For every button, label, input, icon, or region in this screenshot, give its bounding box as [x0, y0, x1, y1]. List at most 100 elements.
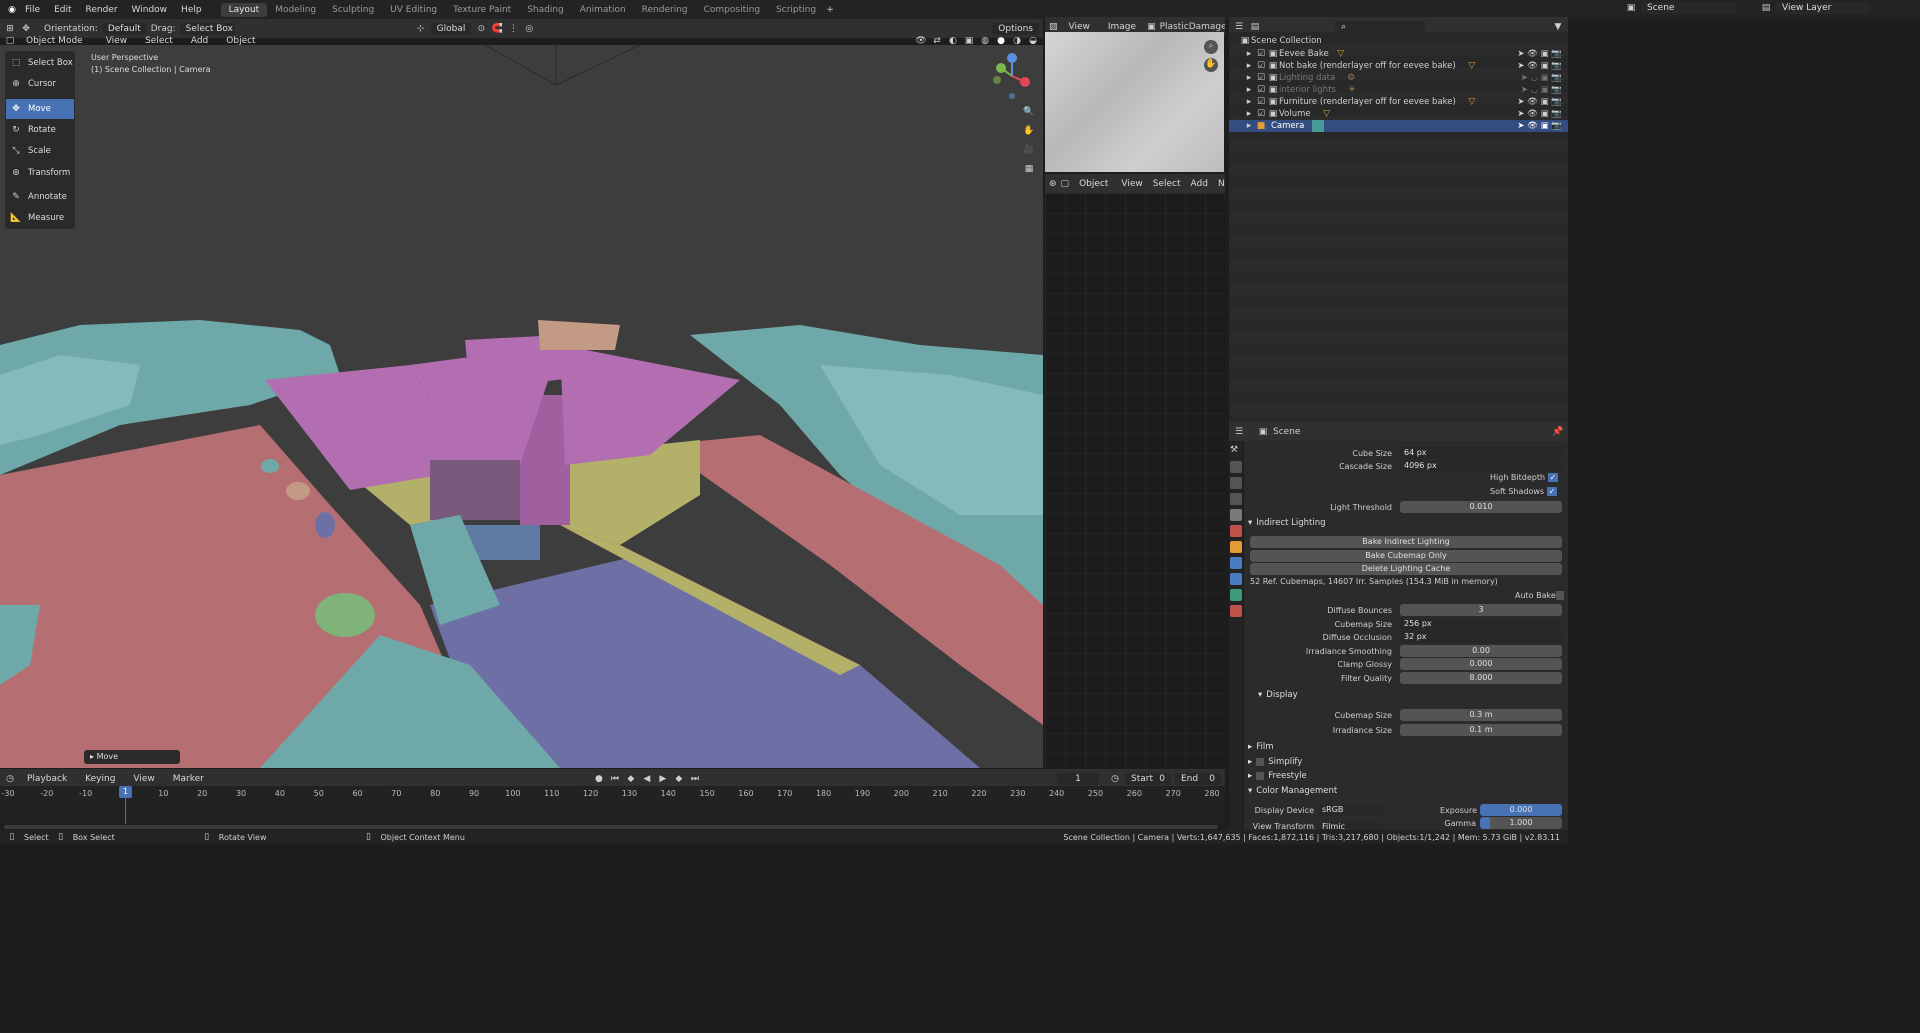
- simplify-checkbox[interactable]: [1256, 758, 1265, 766]
- world-tab-icon[interactable]: [1230, 525, 1242, 537]
- view-layer-selector[interactable]: View Layer: [1776, 2, 1871, 14]
- blender-logo-icon[interactable]: ◉: [6, 4, 18, 16]
- timeline-area[interactable]: [0, 786, 1225, 824]
- tool-select-box[interactable]: ⬚ Select Box: [6, 53, 74, 73]
- display-subpanel[interactable]: ▾ Display: [1258, 690, 1298, 700]
- row-visibility-icons[interactable]: ➤ 👁 ▣ 📷: [1517, 61, 1562, 71]
- data-tab-icon[interactable]: [1230, 589, 1242, 601]
- navigation-gizmo[interactable]: [985, 48, 1040, 103]
- image-editor-type-icon[interactable]: ▧: [1049, 21, 1058, 33]
- jump-start-icon[interactable]: ⏮: [609, 773, 621, 785]
- viewport-menu-add[interactable]: Add: [184, 36, 215, 46]
- auto-bake-checkbox[interactable]: Auto Bake: [1515, 591, 1564, 600]
- row-visibility-icons[interactable]: ➤ 👁 ▣ 📷: [1517, 121, 1562, 131]
- tool-move[interactable]: ✥ Move: [6, 99, 74, 119]
- tab-shading[interactable]: Shading: [519, 3, 572, 17]
- row-visibility-icons[interactable]: ➤ ◡ ▣ 📷: [1521, 73, 1562, 83]
- row-visibility-icons[interactable]: ➤ 👁 ▣ 📷: [1517, 49, 1562, 59]
- scene-tab-icon[interactable]: [1230, 509, 1242, 521]
- freestyle-panel[interactable]: ▸ Freestyle: [1248, 771, 1307, 781]
- record-icon[interactable]: ●: [593, 773, 605, 785]
- tab-layout[interactable]: Layout: [220, 2, 268, 17]
- play-icon[interactable]: ▶: [657, 773, 669, 785]
- tool-rotate[interactable]: ↻ Rotate: [6, 120, 74, 140]
- last-operator-panel[interactable]: ▸ Move: [84, 750, 180, 764]
- checkbox-icon[interactable]: ☑: [1255, 84, 1267, 96]
- timeline-type-icon[interactable]: ◷: [4, 773, 16, 785]
- checkbox-icon[interactable]: ☑: [1255, 48, 1267, 60]
- camera-view-icon[interactable]: 🎥: [1023, 144, 1035, 156]
- expand-arrow-icon[interactable]: ▸: [1243, 120, 1255, 132]
- gamma-field[interactable]: 1.000: [1480, 817, 1562, 829]
- outliner-item-camera[interactable]: ▸ ■ Camera ➤ 👁 ▣ 📷: [1229, 120, 1568, 132]
- outliner-item-volume[interactable]: ▸ ☑ ▣ Volume ▽ ➤ 👁 ▣ 📷: [1229, 108, 1568, 120]
- tab-sculpting[interactable]: Sculpting: [324, 3, 382, 17]
- image-menu-view[interactable]: View: [1062, 22, 1097, 32]
- node-menu-view[interactable]: View: [1118, 179, 1145, 189]
- tool-measure[interactable]: 📐 Measure: [6, 208, 74, 228]
- irradiance-smoothing-field[interactable]: 0.00: [1400, 645, 1562, 657]
- menu-file[interactable]: File: [18, 5, 47, 15]
- filter-icon[interactable]: ▼: [1552, 21, 1564, 33]
- tool-cursor[interactable]: ⊕ Cursor: [6, 74, 74, 94]
- tool-scale[interactable]: ⤡ Scale: [6, 141, 74, 161]
- outliner-type-icon[interactable]: ☰: [1233, 21, 1245, 33]
- checkbox-icon[interactable]: ☑: [1255, 72, 1267, 84]
- perspective-grid-icon[interactable]: ▦: [1023, 163, 1035, 175]
- node-editor-type-icon[interactable]: ⊛: [1049, 178, 1057, 190]
- checkbox-icon[interactable]: ☑: [1255, 108, 1267, 120]
- viewport-menu-select[interactable]: Select: [138, 36, 180, 46]
- bake-cubemap-button[interactable]: Bake Cubemap Only: [1250, 550, 1562, 562]
- freestyle-checkbox[interactable]: [1256, 772, 1265, 780]
- display-mode-icon[interactable]: ▤: [1249, 21, 1261, 33]
- output-tab-icon[interactable]: [1230, 477, 1242, 489]
- cubemap-size-dropdown[interactable]: 256 px: [1400, 618, 1562, 630]
- menu-edit[interactable]: Edit: [47, 5, 78, 15]
- properties-type-icon[interactable]: ☰: [1233, 426, 1245, 438]
- bake-indirect-button[interactable]: Bake Indirect Lighting: [1250, 536, 1562, 548]
- end-frame-field[interactable]: End 0: [1175, 772, 1221, 785]
- delete-cache-button[interactable]: Delete Lighting Cache: [1250, 563, 1562, 575]
- scene-selector[interactable]: Scene: [1641, 2, 1736, 14]
- viewport-3d-scene[interactable]: [0, 45, 1043, 768]
- timeline-menu-keying[interactable]: Keying: [78, 774, 122, 784]
- current-frame-field[interactable]: 1: [1057, 772, 1099, 785]
- expand-arrow-icon[interactable]: ▸: [1243, 96, 1255, 108]
- outliner-item-furniture[interactable]: ▸ ☑ ▣ Furniture (renderlayer off for eevee…: [1229, 96, 1568, 108]
- play-reverse-icon[interactable]: ◀: [641, 773, 653, 785]
- outliner-item-not-bake[interactable]: ▸ ☑ ▣ Not bake (renderlayer off for eevee …: [1229, 60, 1568, 72]
- timeline-scrollbar[interactable]: [4, 825, 1218, 829]
- timeline-menu-view[interactable]: View: [126, 774, 161, 784]
- viewport-menu-view[interactable]: View: [99, 36, 134, 46]
- playhead[interactable]: 1: [119, 786, 132, 798]
- tab-compositing[interactable]: Compositing: [696, 3, 768, 17]
- tool-annotate[interactable]: ✎ Annotate: [6, 187, 74, 207]
- prev-keyframe-icon[interactable]: ◆: [625, 773, 637, 785]
- view-layer-tab-icon[interactable]: [1230, 493, 1242, 505]
- row-visibility-icons[interactable]: ➤ ◡ ▣ 📷: [1521, 85, 1562, 95]
- cube-size-dropdown[interactable]: 64 px: [1400, 447, 1562, 459]
- expand-arrow-icon[interactable]: ▸: [1243, 48, 1255, 60]
- exposure-field[interactable]: 0.000: [1480, 804, 1562, 816]
- node-object-dropdown[interactable]: Object: [1073, 178, 1114, 190]
- tab-uv-editing[interactable]: UV Editing: [382, 3, 445, 17]
- irradiance-size-field[interactable]: 0.1 m: [1400, 724, 1562, 736]
- expand-arrow-icon[interactable]: ▸: [1243, 60, 1255, 72]
- physics-tab-icon[interactable]: [1230, 557, 1242, 569]
- cascade-size-dropdown[interactable]: 4096 px: [1400, 460, 1562, 472]
- node-menu-select[interactable]: Select: [1150, 179, 1184, 189]
- tab-rendering[interactable]: Rendering: [634, 3, 696, 17]
- color-management-panel[interactable]: ▾ Color Management: [1248, 786, 1337, 796]
- timeline-menu-playback[interactable]: Playback: [20, 774, 74, 784]
- next-keyframe-icon[interactable]: ◆: [673, 773, 685, 785]
- image-pan-icon[interactable]: ✋: [1204, 58, 1218, 72]
- outliner-scene-collection[interactable]: ▣ Scene Collection: [1229, 33, 1568, 48]
- image-zoom-icon[interactable]: ⌕: [1204, 40, 1218, 54]
- menu-window[interactable]: Window: [125, 5, 175, 15]
- jump-end-icon[interactable]: ⏭: [689, 773, 701, 785]
- viewport-menu-object[interactable]: Object: [219, 36, 262, 46]
- start-frame-field[interactable]: Start 0: [1125, 772, 1171, 785]
- display-device-dropdown[interactable]: sRGB: [1318, 804, 1384, 816]
- constraints-tab-icon[interactable]: [1230, 573, 1242, 585]
- image-preview[interactable]: [1045, 32, 1224, 172]
